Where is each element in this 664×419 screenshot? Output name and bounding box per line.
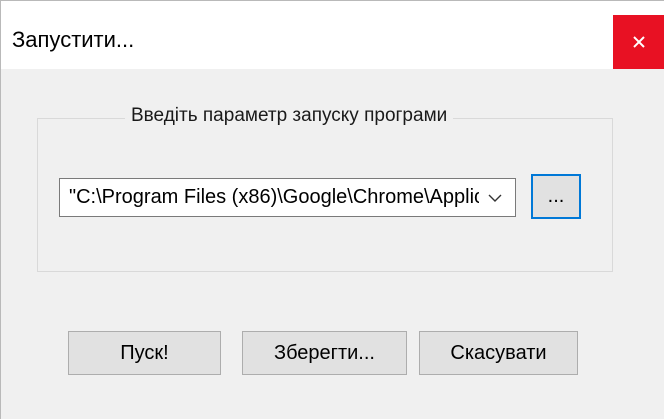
browse-button[interactable]: ... bbox=[531, 174, 581, 219]
chevron-down-icon[interactable] bbox=[486, 189, 504, 207]
close-icon bbox=[632, 35, 646, 49]
run-button[interactable]: Пуск! bbox=[68, 331, 221, 375]
run-dialog: Запустити... Введіть параметр запуску пр… bbox=[0, 0, 664, 419]
command-combobox[interactable]: "C:\Program Files (x86)\Google\Chrome\Ap… bbox=[59, 178, 516, 217]
close-button[interactable] bbox=[613, 15, 664, 69]
window-title: Запустити... bbox=[12, 27, 135, 52]
command-input[interactable]: "C:\Program Files (x86)\Google\Chrome\Ap… bbox=[69, 186, 479, 209]
save-button[interactable]: Зберегти... bbox=[242, 331, 407, 375]
title-bar: Запустити... bbox=[1, 1, 664, 69]
cancel-button[interactable]: Скасувати bbox=[419, 331, 578, 375]
group-legend: Введіть параметр запуску програми bbox=[125, 105, 454, 127]
